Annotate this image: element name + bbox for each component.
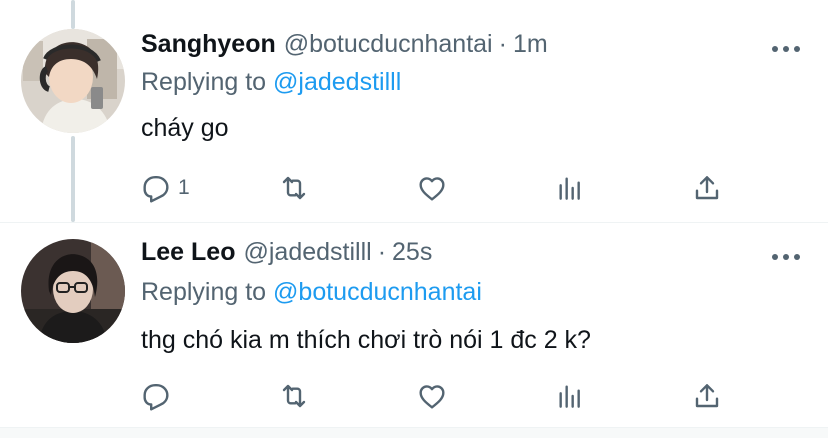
heart-icon [419,385,445,409]
share-button[interactable] [691,376,723,416]
separator-dot: · [498,30,507,58]
replying-to: Replying to @jadedstilll [141,68,401,97]
retweet-button[interactable] [278,168,310,208]
share-button[interactable] [691,168,723,208]
reply-icon [143,384,169,411]
section-divider [0,427,828,438]
display-name[interactable]: Sanghyeon [141,30,276,59]
tweet[interactable]: Sanghyeon @botucducnhantai · 1m Replying… [0,0,828,222]
user-handle[interactable]: @botucducnhantai [284,30,493,59]
tweet[interactable]: Lee Leo @jadedstilll · 25s Replying to @… [0,222,828,432]
share-icon [695,384,719,408]
retweet-icon [282,176,306,200]
timestamp[interactable]: 1m [513,30,548,59]
replying-to-mention[interactable]: @jadedstilll [273,68,401,96]
replying-to-label: Replying to [141,68,267,96]
retweet-icon [282,384,306,408]
separator-dot: · [377,238,387,266]
avatar[interactable] [21,29,125,133]
more-options-icon[interactable] [772,252,800,262]
bar-chart-icon [559,177,580,200]
tweet-header: Lee Leo @jadedstilll · 25s [141,238,748,274]
heart-icon [419,177,445,201]
avatar[interactable] [21,239,125,343]
timestamp[interactable]: 25s [392,238,432,267]
user-handle[interactable]: @jadedstilll [243,238,371,267]
tweet-text: cháy go [141,114,229,142]
more-options-icon[interactable] [772,44,800,54]
replying-to: Replying to @botucducnhantai [141,278,482,307]
like-button[interactable] [416,168,448,208]
tweet-text: thg chó kia m thích chơi trò nói 1 đc 2 … [141,326,591,354]
like-button[interactable] [416,376,448,416]
tweet-header: Sanghyeon @botucducnhantai · 1m [141,30,748,66]
avatar-photo-icon [21,29,125,133]
reply-button[interactable]: 1 [140,168,190,208]
bar-chart-icon [559,385,580,408]
share-icon [695,176,719,200]
reply-count: 1 [178,176,190,199]
reply-button[interactable] [140,376,178,416]
avatar-photo-icon [21,239,125,343]
retweet-button[interactable] [278,376,310,416]
tweet-actions: 1 [0,168,828,208]
replying-to-mention[interactable]: @botucducnhantai [273,278,482,306]
display-name[interactable]: Lee Leo [141,238,235,267]
replying-to-label: Replying to [141,278,267,306]
tweet-actions [0,376,828,416]
reply-icon [143,176,169,203]
analytics-button[interactable] [554,168,586,208]
analytics-button[interactable] [554,376,586,416]
